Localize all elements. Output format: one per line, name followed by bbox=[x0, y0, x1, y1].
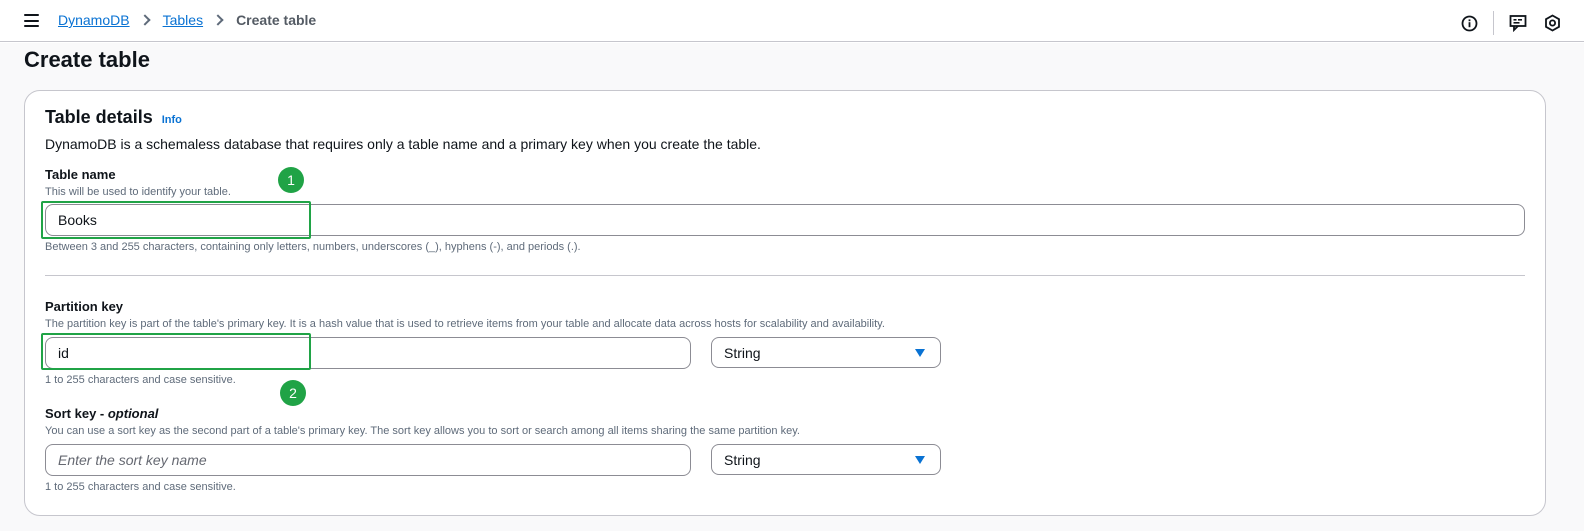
top-navigation-bar: DynamoDB Tables Create table bbox=[0, 0, 1584, 42]
sort-key-label: Sort key - optional bbox=[45, 406, 158, 421]
table-name-constraint: Between 3 and 255 characters, containing… bbox=[45, 241, 581, 253]
partition-key-label: Partition key bbox=[45, 299, 124, 314]
feedback-icon[interactable] bbox=[1508, 13, 1528, 33]
sort-key-hint: You can use a sort key as the second par… bbox=[45, 425, 800, 437]
panel-header: Table details Info bbox=[45, 107, 182, 128]
sort-key-optional-text: optional bbox=[107, 406, 159, 421]
sort-key-input[interactable] bbox=[45, 444, 691, 476]
toolbar-divider bbox=[1493, 11, 1494, 35]
table-details-panel: Table details Info DynamoDB is a schemal… bbox=[24, 90, 1546, 516]
page-title: Create table bbox=[24, 47, 150, 72]
panel-description: DynamoDB is a schemaless database that r… bbox=[45, 136, 761, 152]
chevron-right-icon bbox=[212, 14, 224, 26]
annotation-badge-1: 1 bbox=[278, 167, 304, 193]
panel-title: Table details bbox=[45, 107, 153, 127]
table-name-hint: This will be used to identify your table… bbox=[45, 186, 231, 198]
breadcrumb-tables-link[interactable]: Tables bbox=[163, 12, 203, 28]
breadcrumb-dynamodb-link[interactable]: DynamoDB bbox=[58, 12, 130, 28]
table-name-label: Table name bbox=[45, 167, 116, 182]
partition-key-hint: The partition key is part of the table's… bbox=[45, 318, 885, 330]
caret-down-icon bbox=[915, 349, 925, 357]
sort-key-label-text: Sort key - bbox=[45, 406, 108, 421]
breadcrumb-current: Create table bbox=[236, 12, 317, 28]
chevron-right-icon bbox=[138, 14, 151, 26]
partition-key-constraint: 1 to 255 characters and case sensitive. bbox=[45, 374, 236, 386]
partition-key-type-value: String bbox=[724, 344, 761, 361]
sort-key-type-value: String bbox=[724, 451, 761, 468]
breadcrumb: DynamoDB Tables Create table bbox=[58, 12, 316, 28]
partition-key-type-select[interactable]: String bbox=[711, 337, 941, 368]
menu-icon[interactable] bbox=[24, 14, 39, 27]
sort-key-constraint: 1 to 255 characters and case sensitive. bbox=[45, 481, 236, 493]
section-divider bbox=[45, 275, 1525, 276]
caret-down-icon bbox=[915, 456, 925, 464]
annotation-badge-2: 2 bbox=[280, 380, 306, 406]
annotation-highlight-table-name bbox=[41, 201, 311, 239]
top-utility-icons bbox=[1459, 11, 1562, 35]
settings-icon[interactable] bbox=[1542, 13, 1562, 33]
info-icon[interactable] bbox=[1459, 13, 1479, 33]
info-link[interactable]: Info bbox=[162, 114, 182, 126]
sort-key-type-select[interactable]: String bbox=[711, 444, 941, 475]
annotation-highlight-partition-key bbox=[41, 333, 311, 370]
